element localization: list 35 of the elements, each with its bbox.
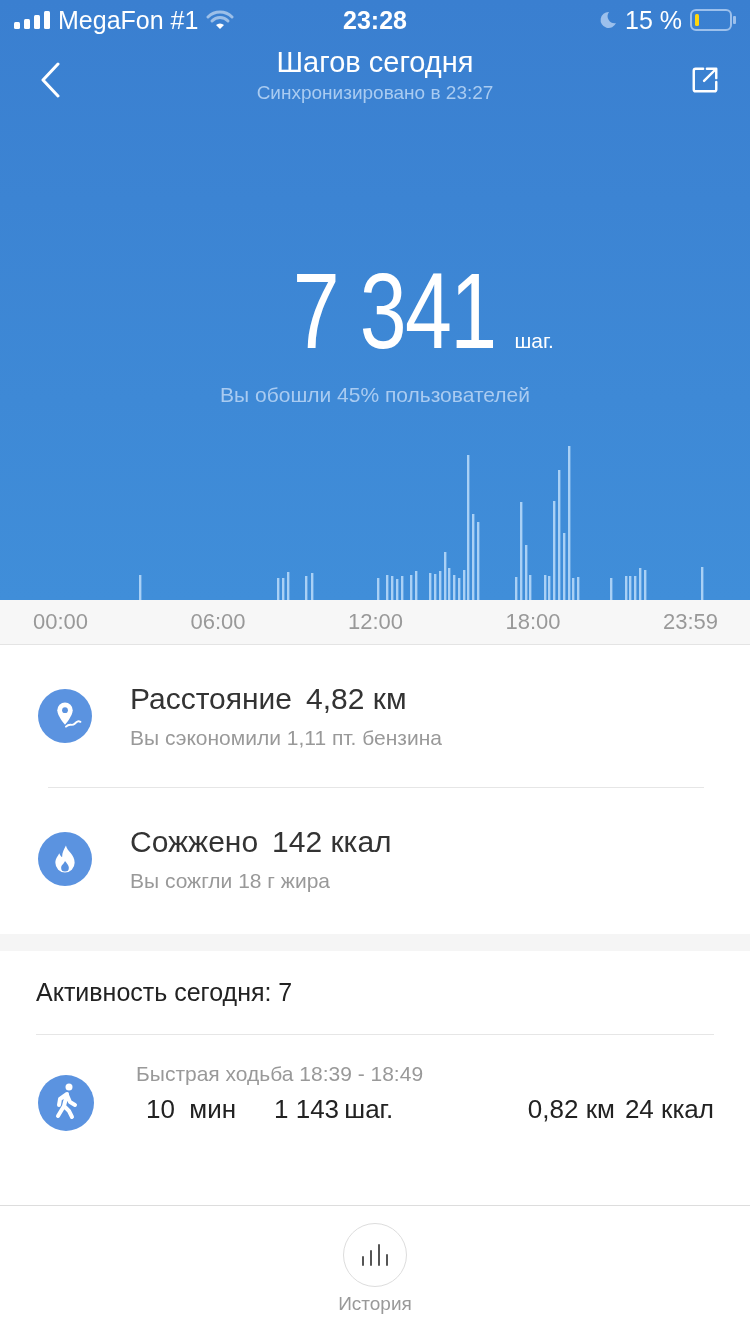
axis-label: 06:00 bbox=[190, 609, 246, 635]
stat-label: Сожжено bbox=[130, 825, 259, 859]
axis-label: 23:59 bbox=[662, 609, 718, 635]
activity-calories: 24 ккал bbox=[624, 1093, 714, 1125]
sync-status: Синхронизировано в 23:27 bbox=[256, 82, 494, 104]
activity-title: Активность сегодня: 7 bbox=[36, 977, 294, 1008]
step-count: 7 341 bbox=[292, 265, 496, 357]
stat-value: 142 ккал bbox=[272, 825, 392, 859]
share-icon bbox=[690, 65, 720, 95]
stat-note: Вы сэкономили 1,11 пт. бензина bbox=[130, 726, 442, 750]
back-icon bbox=[40, 62, 60, 98]
activity-steps: 1 143 шаг. bbox=[274, 1093, 528, 1125]
stat-note: Вы сожгли 18 г жира bbox=[130, 869, 331, 893]
stat-label: Расстояние bbox=[130, 682, 293, 716]
axis-label: 00:00 bbox=[33, 609, 89, 635]
battery-percent: 15 % bbox=[625, 5, 682, 35]
axis-label: 18:00 bbox=[505, 609, 561, 635]
activity-distance: 0,82 км bbox=[527, 1093, 615, 1125]
stat-value: 4,82 км bbox=[306, 682, 407, 716]
activity-name: Быстрая ходьба 18:39 - 18:49 bbox=[136, 1061, 425, 1086]
screen-title: Шагов сегодня bbox=[276, 46, 474, 79]
flame-icon bbox=[38, 832, 92, 886]
status-time: 23:28 bbox=[342, 5, 408, 35]
location-pin-icon bbox=[38, 689, 92, 743]
history-label: История bbox=[338, 1293, 412, 1315]
step-unit: шаг. bbox=[514, 329, 554, 353]
carrier-name: MegaFon #1 bbox=[58, 5, 199, 35]
activity-duration: 10 мин bbox=[146, 1093, 238, 1125]
wifi-icon bbox=[206, 10, 235, 30]
comparison-text: Вы обошли 45% пользователей bbox=[219, 383, 531, 407]
axis-label: 12:00 bbox=[347, 609, 404, 635]
signal-icon bbox=[14, 11, 50, 29]
walking-person-icon bbox=[38, 1075, 94, 1131]
bar-chart-icon bbox=[360, 1243, 390, 1267]
battery-icon bbox=[690, 9, 736, 31]
